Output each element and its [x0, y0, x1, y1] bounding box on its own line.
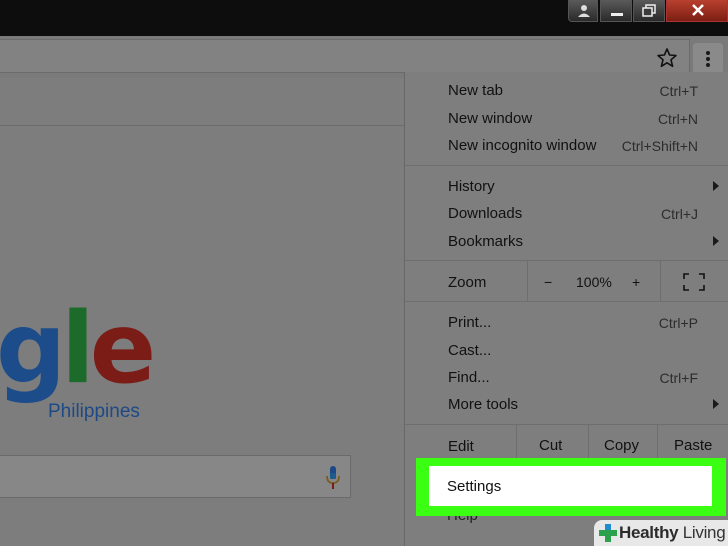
menu-divider	[405, 165, 728, 166]
zoom-out-button[interactable]: −	[544, 274, 552, 290]
user-icon	[578, 5, 590, 17]
google-region-label: Philippines	[48, 401, 140, 422]
zoom-divider	[660, 261, 661, 301]
menu-item-new-tab[interactable]: New tab	[448, 82, 503, 99]
copy-button[interactable]: Copy	[604, 437, 639, 454]
menu-item-bookmarks[interactable]: Bookmarks	[448, 233, 523, 250]
shortcut-print: Ctrl+P	[658, 315, 698, 331]
menu-divider	[405, 424, 728, 425]
zoom-level: 100%	[576, 274, 612, 290]
profile-button[interactable]	[568, 0, 598, 22]
close-icon	[692, 4, 704, 16]
health-plus-icon	[599, 524, 617, 542]
minimize-icon	[611, 13, 623, 16]
shortcut-new-incognito: Ctrl+Shift+N	[621, 138, 698, 154]
close-button[interactable]	[666, 0, 728, 22]
menu-item-history[interactable]: History	[448, 178, 495, 195]
submenu-arrow-icon	[713, 181, 719, 191]
settings-label: Settings	[447, 478, 502, 495]
zoom-in-button[interactable]: +	[632, 274, 640, 290]
menu-item-new-incognito-window[interactable]: New incognito window	[448, 137, 596, 154]
google-search-input[interactable]	[0, 455, 351, 498]
menu-item-downloads[interactable]: Downloads	[448, 205, 522, 222]
menu-item-print[interactable]: Print...	[448, 314, 491, 331]
menu-item-find[interactable]: Find...	[448, 369, 490, 386]
menu-divider	[405, 260, 728, 261]
chrome-menu-button[interactable]	[693, 43, 723, 73]
menu-item-edit: Edit	[448, 438, 474, 455]
bookmark-star-icon[interactable]	[655, 46, 679, 70]
shortcut-find: Ctrl+F	[659, 370, 699, 386]
submenu-arrow-icon	[713, 399, 719, 409]
shortcut-new-tab: Ctrl+T	[659, 83, 699, 99]
restore-icon	[642, 4, 656, 17]
restore-button[interactable]	[633, 0, 665, 22]
watermark-brand: Healthy Living	[619, 523, 726, 542]
menu-item-new-window[interactable]: New window	[448, 110, 532, 127]
shortcut-new-window: Ctrl+N	[657, 111, 698, 127]
microphone-icon[interactable]	[324, 465, 342, 491]
google-logo: gle	[0, 292, 156, 406]
menu-divider	[405, 301, 728, 302]
minimize-button[interactable]	[600, 0, 632, 22]
address-bar[interactable]	[0, 39, 690, 73]
cut-button[interactable]: Cut	[539, 437, 562, 454]
zoom-divider	[527, 261, 528, 301]
menu-item-zoom: Zoom	[448, 274, 487, 291]
page-header	[0, 78, 405, 126]
menu-item-more-tools[interactable]: More tools	[448, 396, 518, 413]
submenu-arrow-icon	[713, 236, 719, 246]
fullscreen-icon[interactable]	[683, 273, 705, 291]
menu-item-cast[interactable]: Cast...	[448, 342, 491, 359]
paste-button[interactable]: Paste	[674, 437, 712, 454]
shortcut-downloads: Ctrl+J	[661, 206, 698, 222]
